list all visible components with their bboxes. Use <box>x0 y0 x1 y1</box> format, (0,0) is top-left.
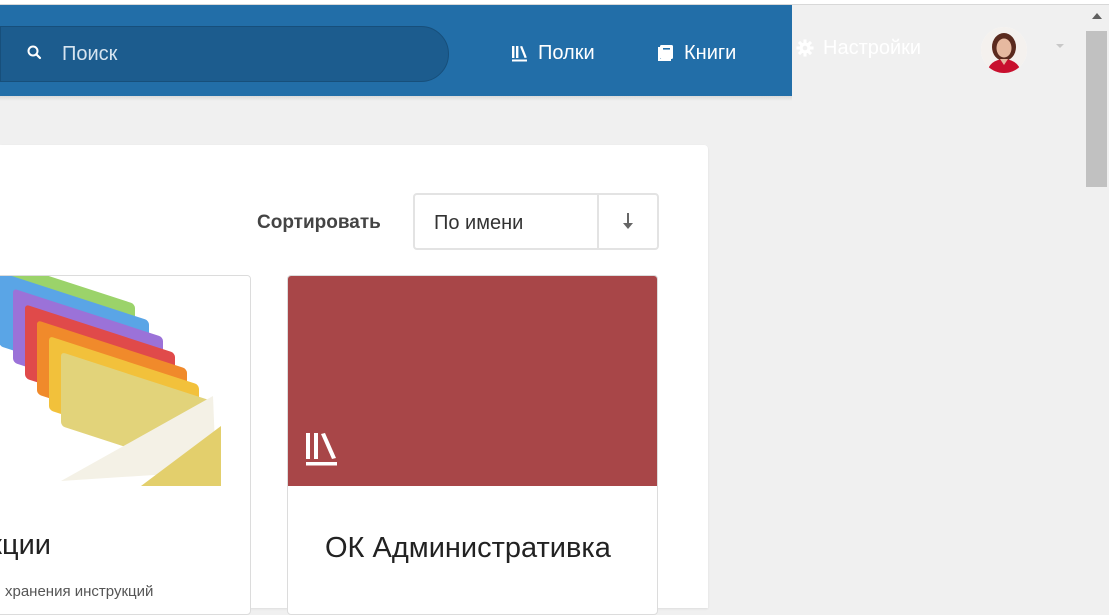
shelves-icon <box>512 46 527 62</box>
search-placeholder: Поиск <box>62 43 118 65</box>
nav-shelves-label: Полки <box>538 41 595 64</box>
nav-settings-label: Настройки <box>823 36 922 59</box>
arrow-down-icon <box>623 212 633 229</box>
shelf-title[interactable]: ОК Административка <box>325 529 611 567</box>
app-header: Поиск Полки Книги <box>0 5 792 96</box>
nav-books-label: Книги <box>684 41 737 64</box>
chevron-down-icon[interactable] <box>1056 44 1064 48</box>
shelf-title[interactable]: рукции <box>0 529 51 562</box>
folders-image <box>0 276 221 486</box>
shelf-card[interactable]: ОК Административка <box>287 275 658 615</box>
sort-control: По имени <box>413 193 659 250</box>
shelves-panel: Сортировать По имени ции хранения инстру… <box>0 145 708 615</box>
search-input[interactable]: Поиск <box>0 26 449 82</box>
book-icon <box>658 45 673 61</box>
nav-shelves-link[interactable]: Полки <box>510 40 595 66</box>
sort-direction-button[interactable] <box>599 195 657 248</box>
sort-label: Сортировать <box>257 212 381 233</box>
scroll-thumb[interactable] <box>1086 31 1107 187</box>
search-icon <box>27 45 42 60</box>
sort-select[interactable]: По имени <box>434 212 523 235</box>
shelf-cover-image <box>288 276 657 486</box>
shelf-description: хранения инструкций <box>5 583 154 600</box>
scroll-up-arrow-icon[interactable] <box>1092 13 1102 19</box>
user-photo <box>981 27 1027 73</box>
nav-books-link[interactable]: Книги <box>656 40 736 66</box>
shelf-card[interactable]: рукции хранения инструкций <box>0 275 251 615</box>
header-shadow <box>0 96 792 101</box>
shelves-icon <box>306 433 337 466</box>
gear-icon <box>796 39 814 57</box>
nav-settings-link[interactable]: Настройки <box>795 35 921 61</box>
avatar[interactable] <box>981 27 1027 73</box>
shelf-cover-image <box>0 276 250 486</box>
vertical-scrollbar[interactable] <box>1085 5 1109 608</box>
